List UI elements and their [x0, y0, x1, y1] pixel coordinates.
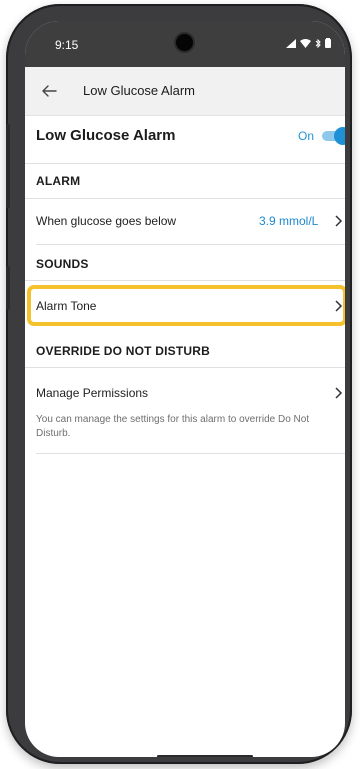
section-header-override: OVERRIDE DO NOT DISTURB [36, 344, 210, 358]
divider [25, 280, 345, 281]
section-header-sounds: SOUNDS [36, 257, 89, 271]
status-icons [286, 38, 331, 48]
home-indicator[interactable] [157, 755, 253, 757]
arrow-left-icon[interactable] [41, 83, 57, 99]
power-button [6, 124, 10, 208]
chevron-right-icon [335, 387, 343, 399]
highlight-frame [27, 285, 345, 326]
divider [25, 198, 345, 199]
divider [36, 453, 345, 454]
battery-icon [325, 38, 331, 48]
section-header-alarm: ALARM [36, 174, 81, 188]
divider [36, 244, 345, 245]
alarm-title: Low Glucose Alarm [36, 127, 176, 144]
page-title: Low Glucose Alarm [83, 83, 195, 98]
wifi-icon [300, 38, 311, 48]
divider [25, 367, 345, 368]
toggle-thumb [334, 127, 345, 145]
status-time: 9:15 [55, 38, 79, 52]
bluetooth-icon [315, 38, 321, 48]
device-mockup: 9:15 Low Glucose Alarm Low Glucose Alarm… [0, 0, 360, 769]
status-bar: 9:15 [25, 21, 345, 67]
manage-permissions-label: Manage Permissions [36, 386, 149, 400]
chevron-right-icon [335, 215, 343, 227]
app-bar: Low Glucose Alarm [25, 67, 345, 116]
alarm-toggle-switch[interactable] [322, 127, 345, 145]
toggle-state-label: On [298, 129, 315, 143]
phone-frame: 9:15 Low Glucose Alarm Low Glucose Alarm… [6, 4, 352, 764]
divider [25, 163, 345, 164]
volume-button [6, 266, 10, 310]
signal-icon [286, 38, 296, 48]
front-camera [176, 34, 193, 51]
phone-screen: 9:15 Low Glucose Alarm Low Glucose Alarm… [25, 21, 345, 757]
threshold-label: When glucose goes below [36, 214, 177, 228]
override-helper-text: You can manage the settings for this ala… [36, 414, 310, 439]
threshold-value: 3.9 mmol/L [259, 214, 319, 228]
